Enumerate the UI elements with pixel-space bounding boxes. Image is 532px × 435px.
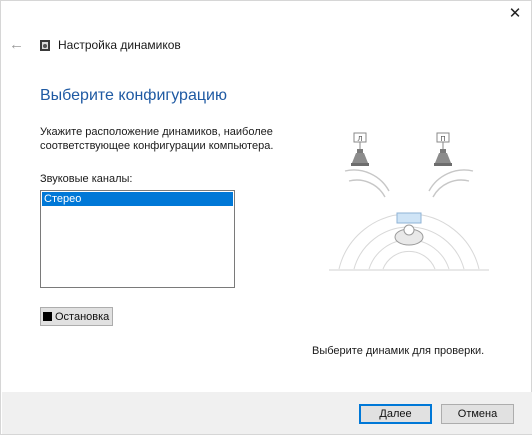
page-description: Укажите расположение динамиков, наиболее… [40,126,274,152]
close-button[interactable]: ✕ [505,3,525,23]
right-speaker-label: П [440,135,445,143]
speaker-diagram: Л П [329,132,489,271]
back-button[interactable]: ← [9,37,25,53]
channels-listbox[interactable]: Стерео [40,190,235,288]
stop-test-label: Остановка [55,310,110,323]
window-title: Настройка динамиков [58,38,181,52]
cancel-button[interactable]: Отмена [441,404,514,424]
channel-item-stereo[interactable]: Стерео [42,192,233,206]
sound-wave-arc [382,250,436,270]
title-bar: Настройка динамиков [39,38,181,52]
left-speaker-label: Л [357,135,362,143]
right-speaker-icon[interactable]: П [434,132,452,166]
next-button[interactable]: Далее [359,404,432,424]
left-speaker-icon[interactable]: Л [351,132,369,166]
listener-icon [394,212,424,246]
stop-icon [43,312,52,321]
stop-test-button[interactable]: Остановка [40,307,113,326]
test-hint: Выберите динамик для проверки. [312,345,485,357]
close-icon: ✕ [508,5,522,22]
sound-wave-arc [432,179,470,198]
dialog-window: ✕ ← Настройка динамиков Выберите конфигу… [0,0,532,435]
channels-label: Звуковые каналы: [40,173,133,185]
speaker-icon [40,39,50,51]
sound-wave-arc [348,179,386,198]
back-arrow-icon: ← [9,36,24,53]
page-title: Выберите конфигурацию [40,87,227,104]
